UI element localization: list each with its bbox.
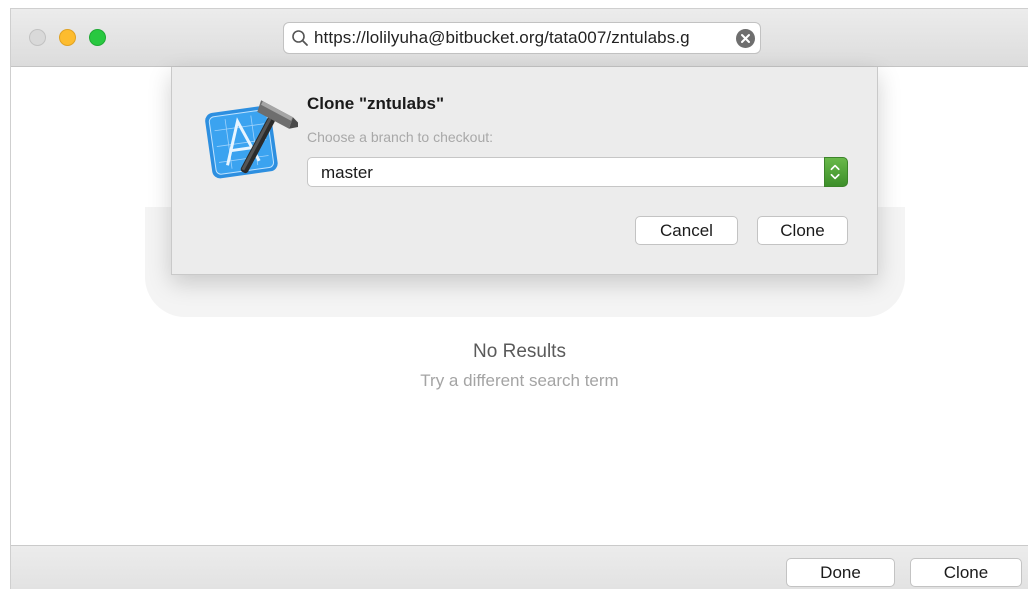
- cancel-button[interactable]: Cancel: [635, 216, 738, 245]
- branch-popup-button[interactable]: master: [307, 157, 848, 187]
- title-bar: https://lolilyuha@bitbucket.org/tata007/…: [11, 9, 1028, 67]
- sheet-title: Clone "zntulabs": [307, 94, 445, 113]
- close-window-button[interactable]: [29, 29, 46, 46]
- clone-button[interactable]: Clone: [910, 558, 1022, 587]
- search-input-value[interactable]: https://lolilyuha@bitbucket.org/tata007/…: [314, 28, 734, 48]
- clear-icon[interactable]: [736, 29, 755, 48]
- search-icon: [292, 30, 308, 46]
- no-results-title: No Results: [473, 341, 566, 362]
- minimize-window-button[interactable]: [59, 29, 76, 46]
- clone-sheet: Clone "zntulabs" Choose a branch to chec…: [171, 67, 878, 275]
- no-results-subtitle: Try a different search term: [420, 371, 619, 390]
- chevron-updown-icon: [824, 157, 848, 187]
- repository-search-field[interactable]: https://lolilyuha@bitbucket.org/tata007/…: [283, 22, 761, 54]
- xcode-icon: [205, 100, 298, 179]
- window: https://lolilyuha@bitbucket.org/tata007/…: [10, 8, 1028, 589]
- selected-branch: master: [321, 163, 373, 182]
- footer-bar: Done Clone: [11, 545, 1028, 589]
- branch-prompt-label: Choose a branch to checkout:: [307, 129, 494, 145]
- clone-confirm-button[interactable]: Clone: [757, 216, 848, 245]
- zoom-window-button[interactable]: [89, 29, 106, 46]
- done-button[interactable]: Done: [786, 558, 895, 587]
